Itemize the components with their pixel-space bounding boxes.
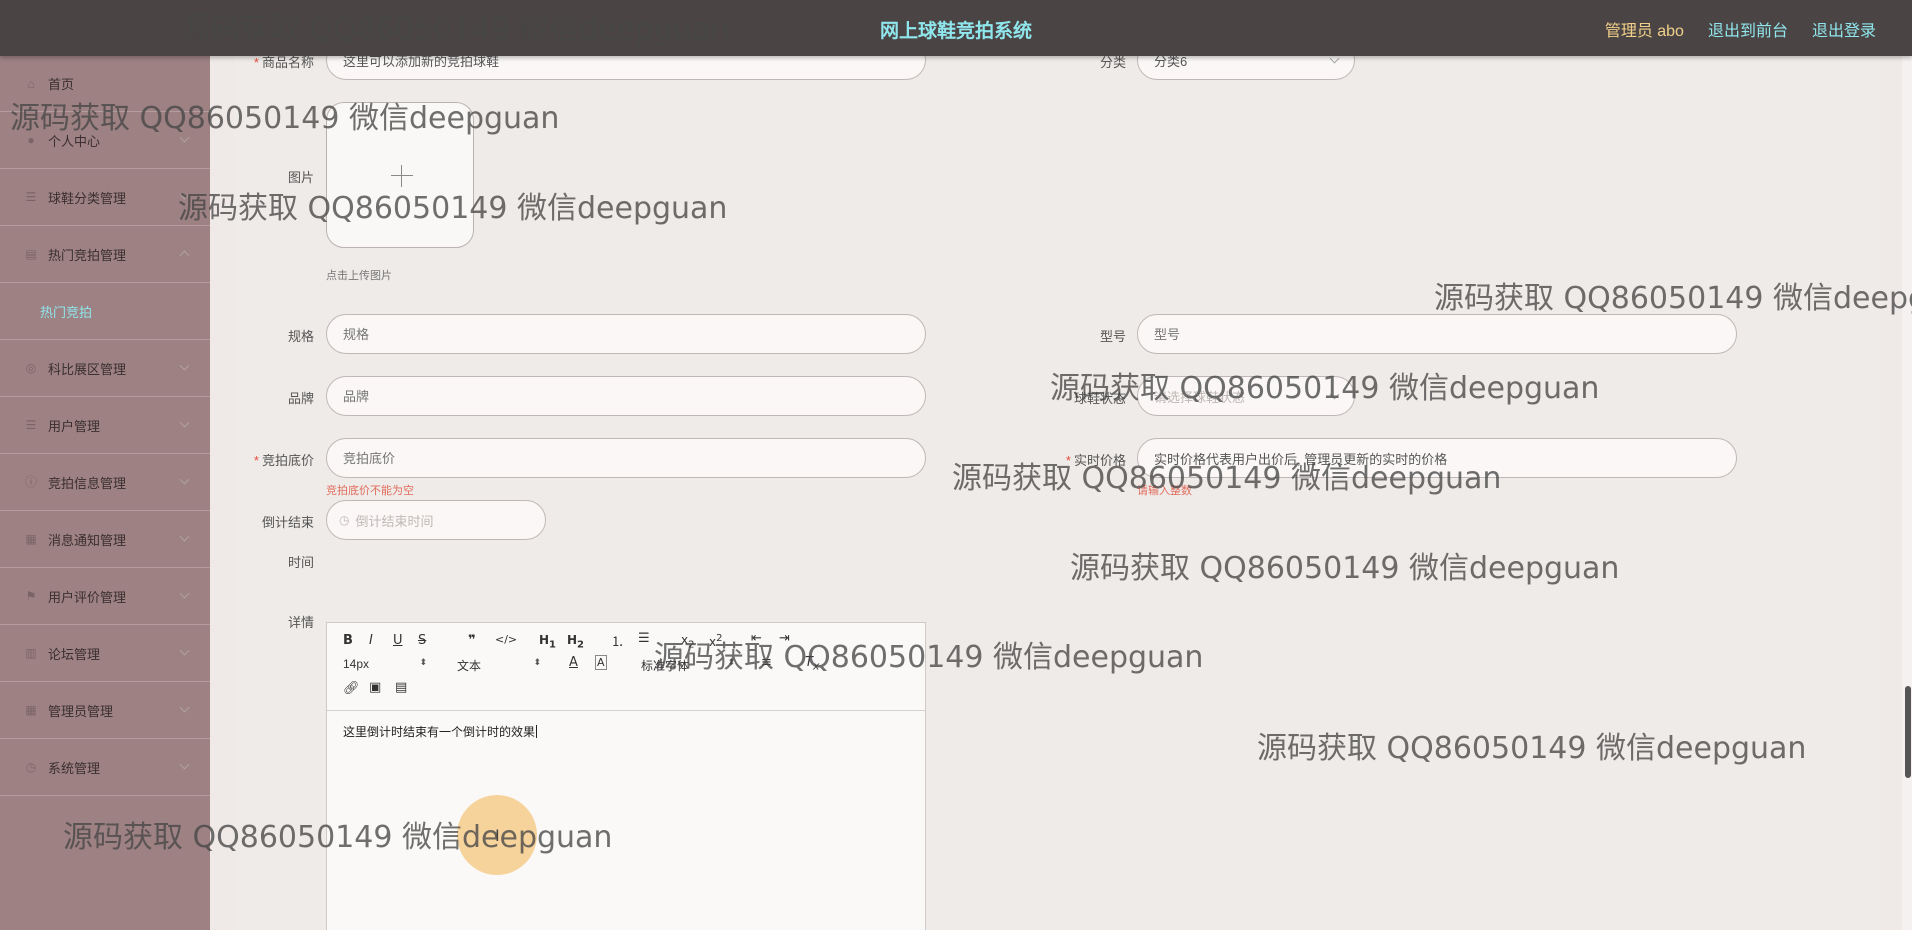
- sidebar-item-label: 消息通知管理: [48, 532, 127, 548]
- sidebar-item-label: 用户评价管理: [48, 589, 127, 605]
- countdown-label: 倒计结束: [261, 515, 314, 530]
- chevron-down-icon: [179, 417, 190, 428]
- italic-button[interactable]: I: [369, 633, 373, 648]
- sidebar-item-kobe-zone[interactable]: ◎ 科比展区管理: [0, 340, 210, 397]
- heading1-button[interactable]: H1: [539, 633, 556, 650]
- chevron-up-icon: [179, 250, 190, 261]
- blockquote-button[interactable]: ❞: [468, 633, 476, 648]
- sidebar-item-admins[interactable]: ▦ 管理员管理: [0, 682, 210, 739]
- ordered-list-icon[interactable]: ⒈: [611, 631, 624, 650]
- clock-icon: ◷: [339, 513, 350, 527]
- text-type-select[interactable]: 文本 ⬍: [457, 657, 541, 674]
- sidebar-item-system[interactable]: ◷ 系统管理: [0, 739, 210, 796]
- sidebar-item-users[interactable]: ☰ 用户管理: [0, 397, 210, 454]
- grid-icon: ▦: [25, 703, 37, 717]
- sidebar-subitem-label: 热门竞拍: [40, 304, 93, 320]
- brand-input[interactable]: [326, 376, 926, 416]
- circle-icon: ◎: [25, 361, 37, 375]
- sidebar-item-label: 系统管理: [48, 760, 101, 776]
- strikethrough-button[interactable]: S: [418, 633, 426, 648]
- bold-button[interactable]: B: [343, 633, 353, 648]
- chevron-down-icon: [179, 702, 190, 713]
- sidebar-item-forum[interactable]: ▥ 论坛管理: [0, 625, 210, 682]
- top-right-actions: 管理员 abo 退出到前台 退出登录: [1605, 17, 1876, 41]
- sidebar-item-label: 球鞋分类管理: [48, 190, 127, 206]
- watermark-text: 源码获取 QQ86050149 微信deepguan: [178, 191, 728, 226]
- clock-icon: ◷: [25, 760, 37, 774]
- watermark-text: 源码获取 QQ86050149 微信deepguan: [10, 101, 560, 136]
- sidebar-item-label: 首页: [48, 77, 75, 92]
- chevron-down-icon: [179, 474, 190, 485]
- model-label: 型号: [1099, 329, 1126, 344]
- watermark-text: 源码获取 QQ86050149 微信deepguan: [952, 461, 1502, 496]
- watermark-text: 源码获取 QQ86050149 微信deepguan: [63, 820, 613, 855]
- chevron-down-icon: [179, 360, 190, 371]
- sidebar-item-auction-info[interactable]: ⓘ 竞拍信息管理: [0, 454, 210, 511]
- sidebar-item-label: 热门竞拍管理: [48, 247, 127, 263]
- list-icon: ☰: [25, 190, 37, 204]
- chevron-down-icon: [179, 645, 190, 656]
- sidebar-item-notifications[interactable]: ▦ 消息通知管理: [0, 511, 210, 568]
- home-icon: ⌂: [27, 76, 35, 91]
- link-icon[interactable]: 🔗︎: [343, 681, 360, 696]
- font-color-button[interactable]: A: [569, 655, 578, 670]
- sidebar-item-hot-auction[interactable]: ▤ 热门竞拍管理: [0, 226, 210, 283]
- flag-icon: ⚑: [25, 589, 37, 603]
- info-icon: ⓘ: [24, 475, 37, 489]
- sidebar-item-reviews[interactable]: ⚑ 用户评价管理: [0, 568, 210, 625]
- watermark-text: 源码获取 QQ86050149 微信deepguan: [1050, 371, 1600, 406]
- spec-label: 规格: [287, 329, 314, 344]
- sidebar-item-label: 管理员管理: [48, 703, 114, 719]
- underline-button[interactable]: U: [393, 633, 403, 648]
- watermark-text: 源码获取 QQ86050149 微信deepguan: [1257, 731, 1807, 766]
- base-price-input[interactable]: [326, 438, 926, 478]
- sidebar-item-label: 竞拍信息管理: [48, 475, 127, 491]
- code-block-button[interactable]: </>: [495, 633, 517, 646]
- heading2-button[interactable]: H2: [567, 633, 584, 650]
- model-input[interactable]: [1137, 314, 1737, 354]
- base-price-error: 竞拍底价不能为空: [326, 485, 414, 497]
- admin-user-label: 管理员 abo: [1604, 23, 1684, 40]
- select-arrow-icon: ⬍: [533, 657, 541, 667]
- plus-icon: [391, 175, 413, 176]
- sidebar-item-label: 用户管理: [48, 418, 101, 434]
- page-scrollbar-thumb[interactable]: [1905, 686, 1911, 778]
- watermark-text: 源码获取 QQ86050149 微信deepguan: [654, 640, 1204, 675]
- editor-content[interactable]: 这里倒计时结束有一个倒计时的效果: [343, 723, 538, 740]
- sidebar-subitem-hot-auction[interactable]: 热门竞拍: [0, 283, 210, 340]
- select-arrow-icon: ⬍: [419, 657, 427, 667]
- grid-icon: ▦: [25, 532, 37, 546]
- bullet-list-icon[interactable]: ☰: [638, 631, 650, 646]
- chevron-down-icon: [179, 531, 190, 542]
- exit-to-frontend-link[interactable]: 退出到前台: [1708, 17, 1788, 41]
- page-scrollbar[interactable]: [1902, 56, 1912, 930]
- font-size-select[interactable]: 14px ⬍: [343, 657, 427, 671]
- watermark-text: 源码获取 QQ86050149 微信deepguan: [180, 12, 730, 47]
- watermark-text: 源码获取 QQ86050149 微信deepguan: [1070, 551, 1620, 586]
- background-color-button[interactable]: A: [595, 655, 607, 670]
- sidebar-item-label: 论坛管理: [48, 646, 101, 662]
- image-icon[interactable]: ▣: [369, 680, 381, 695]
- base-price-label: * 竞拍底价: [253, 453, 314, 468]
- countdown-datetime-input[interactable]: ◷ 倒计结束时间: [326, 500, 546, 540]
- doc-icon: ▤: [25, 247, 37, 261]
- countdown-label-line2: 时间: [287, 555, 314, 570]
- details-label: 详情: [287, 615, 314, 630]
- video-icon[interactable]: ▤: [395, 680, 407, 695]
- chevron-down-icon: [179, 759, 190, 770]
- watermark-text: 源码获取 QQ86050149 微信deepguan: [1434, 281, 1912, 316]
- book-icon: ▥: [25, 646, 37, 660]
- countdown-placeholder: 倒计结束时间: [355, 513, 434, 529]
- upload-hint: 点击上传图片: [326, 270, 392, 282]
- logout-link[interactable]: 退出登录: [1812, 17, 1876, 41]
- list-icon: ☰: [25, 418, 37, 432]
- sidebar-item-label: 科比展区管理: [48, 361, 127, 377]
- chevron-down-icon: [179, 588, 190, 599]
- spec-input[interactable]: [326, 314, 926, 354]
- brand-label: 品牌: [287, 391, 314, 406]
